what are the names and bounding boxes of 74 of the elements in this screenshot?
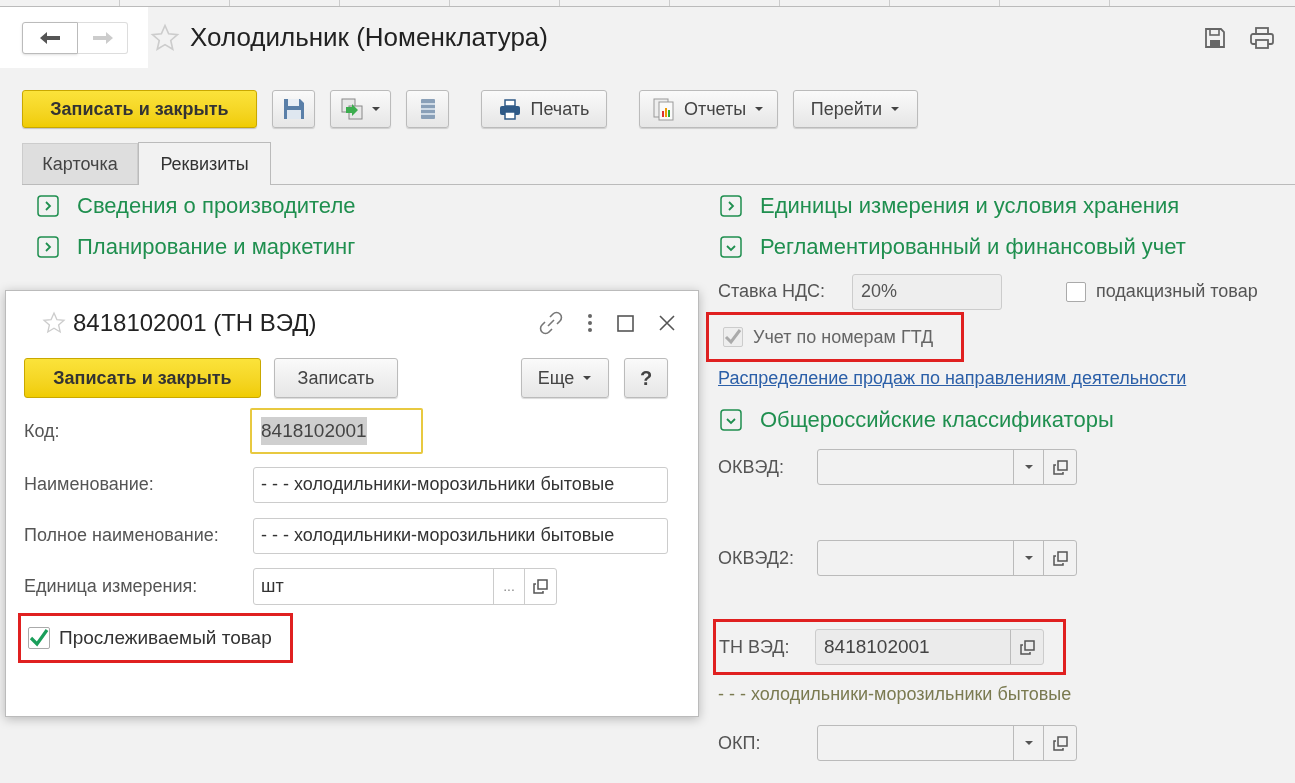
field-label: Полное наименование:	[24, 524, 220, 547]
reports-button[interactable]: Отчеты	[639, 90, 778, 128]
more-button[interactable]: Еще	[521, 358, 609, 398]
chart-document-icon	[652, 97, 674, 121]
dropdown-arrow-icon	[1024, 741, 1033, 745]
save-button[interactable]	[272, 90, 315, 128]
field-label: Единица измерения:	[24, 575, 199, 598]
more-icon[interactable]	[587, 313, 593, 333]
field-label: Код:	[24, 419, 61, 443]
open-icon	[1052, 550, 1068, 566]
expand-icon[interactable]	[720, 194, 742, 217]
forward-arrow-icon	[91, 30, 114, 45]
field-label: ОКВЭД2:	[718, 546, 796, 570]
save-and-close-button[interactable]: Записать и закрыть	[22, 90, 257, 128]
list-icon	[419, 98, 436, 120]
description-text: - - - холодильники-морозильники бытовые	[718, 682, 1072, 706]
field-label: Ставка НДС:	[718, 280, 827, 303]
star-icon[interactable]	[42, 311, 66, 335]
printer-icon	[498, 98, 521, 120]
dropdown-field[interactable]	[817, 449, 1077, 485]
field-label: Наименование:	[24, 473, 155, 496]
window-title: Холодильник (Номенклатура)	[190, 21, 548, 54]
open-icon	[533, 579, 548, 594]
dialog-title: 8418102001 (ТН ВЭД)	[73, 308, 317, 338]
print-button[interactable]: Печать	[481, 90, 607, 128]
field-label: ОКВЭД:	[718, 455, 786, 479]
code-field[interactable]: 8418102001	[815, 629, 1044, 665]
back-arrow-icon	[39, 30, 61, 45]
checkbox[interactable]	[1066, 281, 1086, 302]
field-label: ОКП:	[718, 731, 762, 755]
dropdown-field[interactable]	[817, 540, 1077, 576]
save-icon[interactable]	[1203, 25, 1227, 50]
checkbox-label: подакцизный товар	[1096, 280, 1258, 303]
vat-rate-field[interactable]: 20%	[852, 273, 1002, 310]
checkbox-label: Учет по номерам ГТД	[753, 325, 934, 349]
link[interactable]: Распределение продаж по направлениям деятельности	[718, 365, 1187, 392]
go-to-button[interactable]: Перейти	[793, 90, 918, 128]
save-and-close-button[interactable]: Записать и закрыть	[24, 358, 261, 398]
text-field[interactable]: - - - холодильники-морозильники бытовые	[253, 466, 668, 503]
caret-icon	[582, 375, 593, 381]
expand-icon[interactable]	[37, 194, 59, 217]
section-header[interactable]: Сведения о производителе	[77, 189, 356, 222]
close-icon[interactable]	[658, 314, 676, 332]
link-icon[interactable]	[539, 311, 563, 335]
star-icon[interactable]	[150, 22, 180, 53]
collapse-icon[interactable]	[720, 235, 742, 258]
checkbox[interactable]	[28, 627, 50, 649]
section-header[interactable]: Регламентированный и финансовый учет	[760, 230, 1186, 263]
section-header[interactable]: Единицы измерения и условия хранения	[760, 189, 1180, 222]
tab[interactable]: Карточка	[22, 143, 138, 184]
help-button[interactable]: ?	[624, 358, 668, 398]
field-label: ТН ВЭД:	[719, 635, 791, 659]
checkbox-label: Прослеживаемый товар	[59, 625, 272, 650]
collapse-icon[interactable]	[720, 408, 742, 431]
copy-icon	[340, 98, 363, 120]
open-icon	[1052, 459, 1068, 475]
text-field[interactable]: - - - холодильники-морозильники бытовые	[253, 517, 668, 554]
unit-field[interactable]: шт ...	[253, 568, 557, 605]
back-button[interactable]	[22, 21, 78, 54]
dropdown-arrow-icon	[1024, 465, 1033, 469]
list-button[interactable]	[406, 90, 449, 128]
open-icon	[1052, 735, 1068, 751]
dropdown-arrow-icon	[1024, 556, 1033, 560]
open-icon	[1019, 639, 1035, 655]
section-header[interactable]: Планирование и маркетинг	[77, 230, 356, 263]
expand-icon[interactable]	[37, 235, 59, 258]
print-icon[interactable]	[1249, 25, 1275, 50]
dropdown-field[interactable]	[817, 725, 1077, 761]
section-header[interactable]: Общероссийские классификаторы	[760, 403, 1114, 436]
code-field[interactable]: 8418102001	[250, 408, 423, 454]
maximize-icon[interactable]	[617, 314, 634, 332]
save-button[interactable]: Записать	[274, 358, 398, 398]
tab[interactable]: Реквизиты	[138, 142, 271, 185]
copy-menu-button[interactable]	[330, 90, 391, 128]
